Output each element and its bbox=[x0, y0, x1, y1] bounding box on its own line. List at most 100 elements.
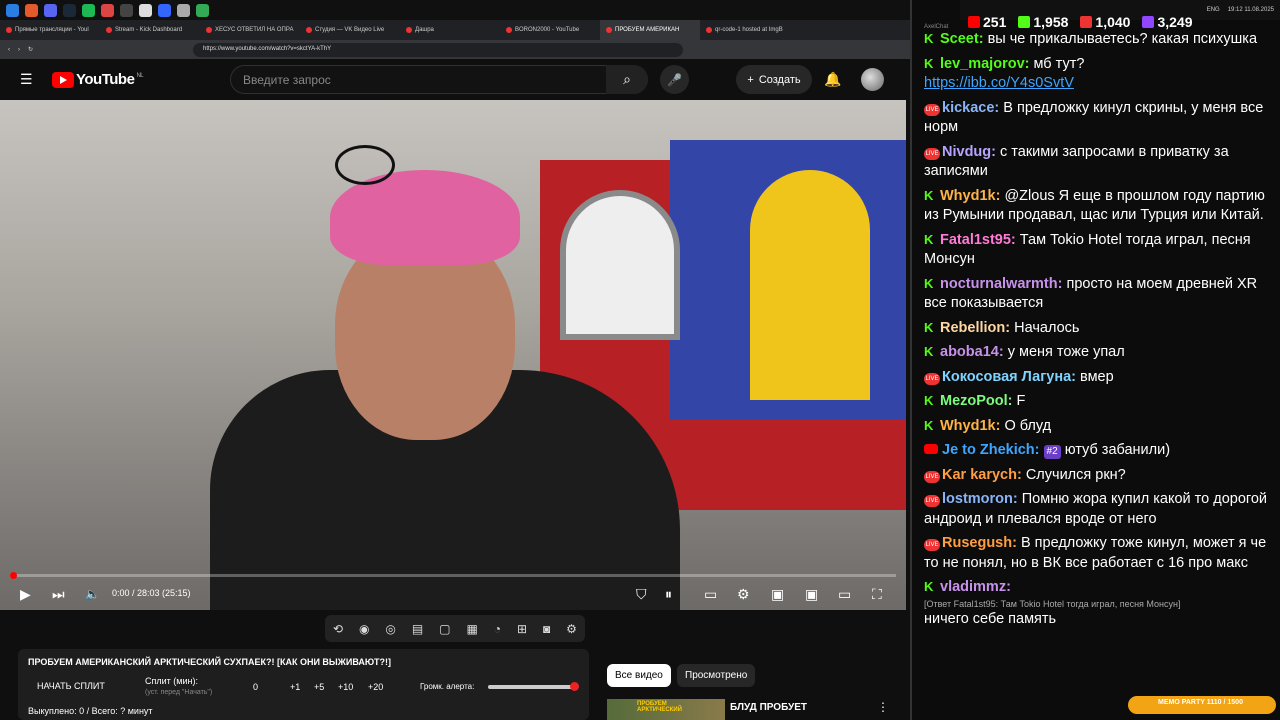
browser-tab[interactable]: Дашра bbox=[400, 20, 500, 40]
obs-icon[interactable] bbox=[120, 3, 133, 17]
stat-twitch: 3,249 bbox=[1142, 14, 1193, 30]
loop-icon[interactable]: ⟲ bbox=[333, 622, 343, 636]
clapper-icon[interactable]: ▤ bbox=[412, 622, 423, 636]
brave-icon[interactable] bbox=[25, 3, 38, 17]
search-button[interactable]: ⌕ bbox=[606, 65, 648, 94]
youtube-play-icon bbox=[52, 71, 74, 88]
autoplay-toggle[interactable]: ⏸ bbox=[665, 586, 672, 603]
settings-icon[interactable]: ⚙ bbox=[737, 586, 750, 603]
alert-volume-slider[interactable] bbox=[488, 682, 579, 691]
back-icon[interactable]: ‹ bbox=[8, 47, 10, 53]
scrubber-handle[interactable] bbox=[10, 572, 17, 579]
browser-tab[interactable]: ХЕСУС ОТВЕТИЛ НА ОПРА bbox=[200, 20, 300, 40]
chat-author[interactable]: vladimmz: bbox=[940, 579, 1011, 595]
chat-message: LIVE lostmoron: Помню жора купил какой то… bbox=[924, 490, 1274, 529]
increment-1-button[interactable]: +1 bbox=[290, 682, 300, 692]
chat-link[interactable]: https://ibb.co/Y4s0SvtV bbox=[924, 75, 1074, 91]
next-icon[interactable]: ⏭ bbox=[52, 586, 65, 603]
browser-tab[interactable]: ПРОБУЕМ АМЕРИКАН bbox=[600, 20, 700, 40]
chat-message: LIVE kickace: В предложку кинул скрины, у… bbox=[924, 99, 1274, 138]
sponsorblock-icon[interactable]: ⛉ bbox=[636, 586, 647, 603]
chat-author[interactable]: Whyd1k: bbox=[940, 418, 1000, 434]
resize-icon[interactable]: ▢ bbox=[439, 622, 450, 636]
clock: 19:12 11.08.2025 bbox=[1228, 7, 1274, 13]
gear-icon[interactable]: ⚙ bbox=[566, 622, 577, 636]
chat-author[interactable]: lostmoron: bbox=[942, 491, 1018, 507]
related-thumbnail[interactable]: ПРОБУЕМ АРКТИЧЕСКИЙ bbox=[607, 699, 725, 720]
chat-author[interactable]: aboba14: bbox=[940, 344, 1004, 360]
chip-all-videos[interactable]: Все видео bbox=[607, 664, 671, 687]
app-icon[interactable] bbox=[158, 3, 171, 17]
app-icon[interactable] bbox=[101, 3, 114, 17]
url-field[interactable]: https://www.youtube.com/watch?v=skctYA-k… bbox=[193, 42, 684, 57]
add-icon[interactable]: ⊞ bbox=[517, 622, 527, 636]
chat-text: у меня тоже упал bbox=[1007, 344, 1125, 360]
chat-text: мб тут? bbox=[1033, 55, 1085, 72]
chat-author[interactable]: MezoPool: bbox=[940, 393, 1013, 409]
chat-author[interactable]: Кокосовая Лагуна: bbox=[942, 369, 1076, 385]
browser-tab[interactable]: qr-code-1 hosted at ImgB bbox=[700, 20, 800, 40]
play-icon[interactable]: ▶ bbox=[20, 586, 31, 603]
chat-author[interactable]: Rusegush: bbox=[942, 535, 1017, 551]
browser-tab[interactable]: Stream - Kick Dashboard bbox=[100, 20, 200, 40]
kick-icon bbox=[1018, 16, 1031, 28]
app-icon[interactable] bbox=[196, 3, 209, 17]
browser-tab[interactable]: Студия — VK Видео Live bbox=[300, 20, 400, 40]
app-icon[interactable] bbox=[177, 3, 190, 17]
chat-author[interactable]: Fatal1st95: bbox=[940, 232, 1016, 248]
increment-10-button[interactable]: +10 bbox=[338, 682, 353, 692]
chat-author[interactable]: nocturnalwarmth: bbox=[940, 276, 1062, 292]
chat-author[interactable]: Rebellion: bbox=[940, 320, 1010, 336]
spotify-icon[interactable] bbox=[82, 3, 95, 17]
chip-watched[interactable]: Просмотрено bbox=[677, 664, 756, 687]
browser-tab[interactable]: Прямые трансляции - Youl bbox=[0, 20, 100, 40]
subtitles-icon[interactable]: ▭ bbox=[704, 586, 717, 603]
increment-5-button[interactable]: +5 bbox=[314, 682, 324, 692]
menu-icon[interactable]: ☰ bbox=[20, 71, 33, 88]
chat-author[interactable]: Sceet: bbox=[940, 31, 984, 47]
steam-icon[interactable] bbox=[63, 3, 76, 17]
reload-icon[interactable]: ↻ bbox=[28, 46, 33, 53]
lang-indicator[interactable]: ENG bbox=[1207, 7, 1220, 13]
create-button[interactable]: + Создать bbox=[736, 65, 812, 94]
camera-icon[interactable]: ◙ bbox=[543, 622, 550, 636]
youtube-logo[interactable]: YouTube NL bbox=[52, 71, 144, 88]
region-code: NL bbox=[136, 73, 144, 79]
eye-icon[interactable]: ◎ bbox=[385, 622, 395, 636]
search-input[interactable]: Введите запрос bbox=[230, 65, 648, 94]
split-value[interactable]: 0 bbox=[253, 682, 258, 692]
volume-icon[interactable]: 🔈 bbox=[85, 587, 100, 601]
related-title[interactable]: БЛУД ПРОБУЕТ bbox=[730, 702, 807, 713]
chat-author[interactable]: Whyd1k: bbox=[940, 188, 1000, 204]
speed-icon[interactable]: ◔ bbox=[494, 622, 501, 636]
pip-icon[interactable]: ▣ bbox=[805, 586, 818, 603]
kick-icon: K bbox=[924, 319, 934, 335]
broadcast-icon[interactable]: ◉ bbox=[359, 622, 369, 636]
chat-message: LIVE Kar karych: Случился ркн? bbox=[924, 466, 1274, 486]
notifications-icon[interactable]: 🔔 bbox=[824, 71, 841, 88]
fullscreen-icon[interactable]: ⛶ bbox=[872, 586, 882, 603]
voice-search-button[interactable]: 🎤 bbox=[660, 65, 689, 94]
progress-bar[interactable] bbox=[10, 572, 896, 579]
forward-icon[interactable]: › bbox=[18, 47, 20, 53]
theater-icon[interactable]: ▭ bbox=[838, 586, 851, 603]
start-split-button[interactable]: НАЧАТЬ СПЛИТ bbox=[37, 681, 105, 691]
chat-author[interactable]: Kar karych: bbox=[942, 467, 1022, 483]
chat-author[interactable]: lev_majorov: bbox=[940, 56, 1029, 72]
discord-icon[interactable] bbox=[44, 3, 57, 17]
film-icon[interactable]: ▦ bbox=[466, 622, 477, 636]
memo-party-bar: MEMO PARTY 1110 / 1500 bbox=[1128, 696, 1276, 714]
miniplayer-icon[interactable]: ▣ bbox=[771, 586, 784, 603]
avatar[interactable] bbox=[861, 68, 884, 91]
chat-author[interactable]: Nivdug: bbox=[942, 144, 996, 160]
increment-20-button[interactable]: +20 bbox=[368, 682, 383, 692]
more-icon[interactable]: ⋮ bbox=[877, 700, 889, 714]
chat-author[interactable]: kickace: bbox=[942, 100, 999, 116]
video-player[interactable]: ▶ ⏭ 🔈 0:00 / 28:03 (25:15) ⛉ ⏸ ▭ ⚙ ▣ ▣ ▭… bbox=[0, 100, 906, 610]
chat-author[interactable]: Je to Zhekich: bbox=[942, 442, 1040, 458]
browser-tab[interactable]: BORON2000 - YouTube bbox=[500, 20, 600, 40]
start-icon[interactable] bbox=[6, 3, 19, 17]
chat-message: LIVE Кокосовая Лагуна: вмер bbox=[924, 368, 1274, 388]
slider-handle[interactable] bbox=[570, 682, 579, 691]
app-icon[interactable] bbox=[139, 3, 152, 17]
